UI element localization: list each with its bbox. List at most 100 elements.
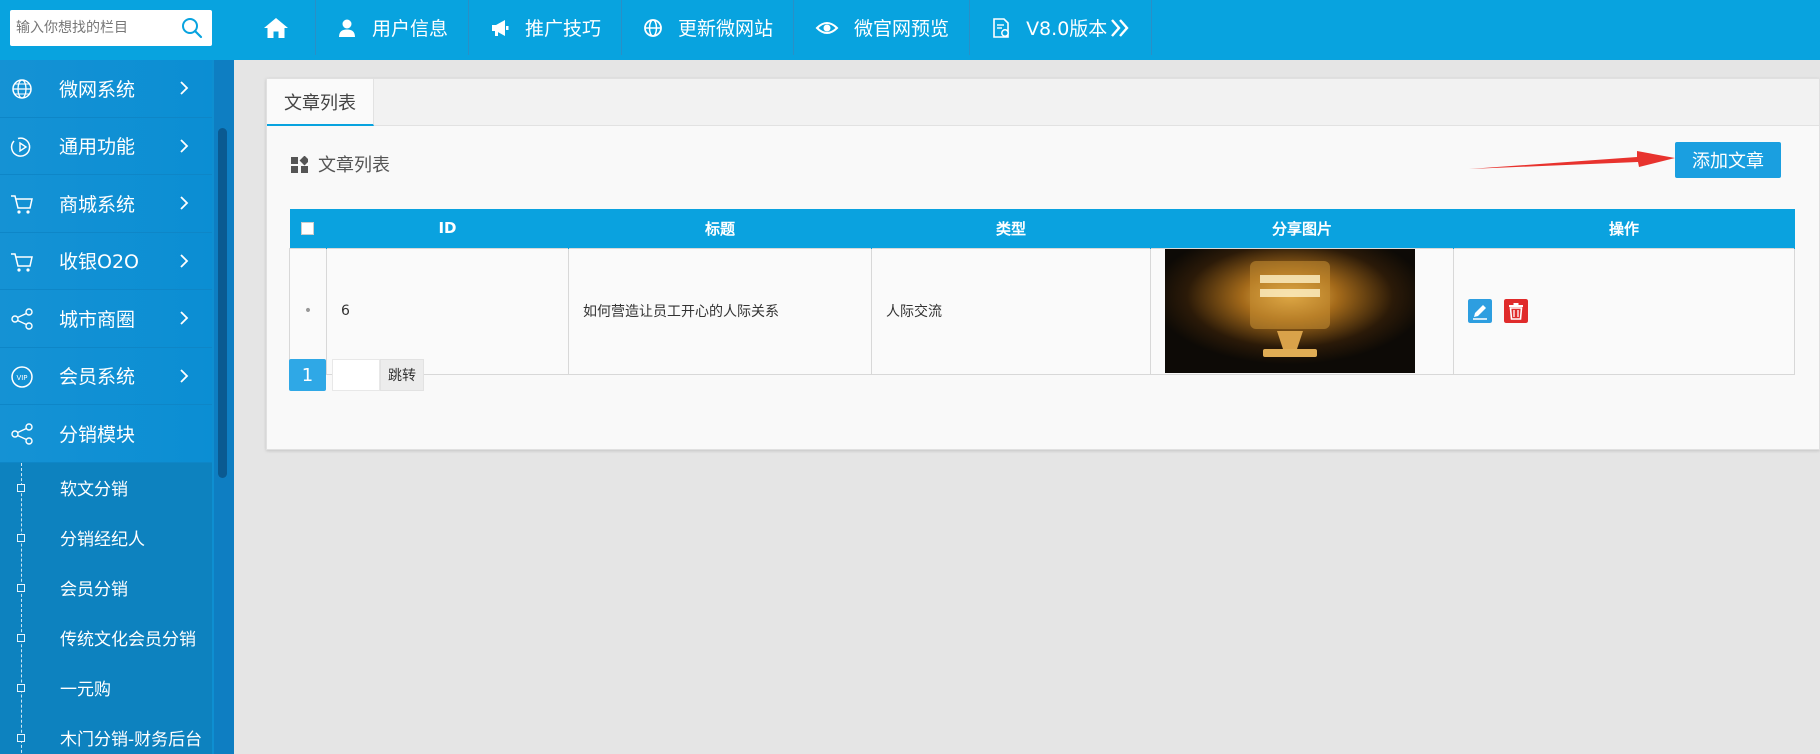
sidebar-scrollbar-thumb[interactable] xyxy=(218,128,227,478)
sidebar-item-label: 收银O2O xyxy=(59,251,139,274)
nav-label: 微官网预览 xyxy=(854,18,950,40)
submenu-bullet xyxy=(17,633,25,642)
page-jump-input[interactable] xyxy=(332,359,380,391)
header-type: 类型 xyxy=(871,209,1151,248)
select-all-checkbox[interactable] xyxy=(301,222,315,236)
submenu-item-broker[interactable]: 分销经纪人 xyxy=(0,513,212,563)
nav-home[interactable] xyxy=(237,0,316,55)
distribution-submenu: 软文分销 分销经纪人 会员分销 传统文化会员分销 一元购 木门分销-财务后台 xyxy=(0,462,212,754)
top-nav: 用户信息 推广技巧 更新微网站 微官网预览 V8.0版本 xyxy=(237,0,1153,55)
table-row: • 6 如何营造让员工开心的人际关系 人际交流 xyxy=(289,247,1795,375)
header-share-image: 分享图片 xyxy=(1150,209,1454,248)
cell-id: 6 xyxy=(326,247,569,375)
page-jump-button[interactable]: 跳转 xyxy=(380,359,424,391)
header-title: 标题 xyxy=(568,209,872,248)
article-table: ID 标题 类型 分享图片 操作 • 6 如何营造让员工开心的人际关系 人际交流 xyxy=(289,209,1795,375)
eye-icon xyxy=(815,21,839,34)
chevron-right-icon xyxy=(180,138,189,153)
lamp-poster-thumbnail xyxy=(1165,249,1415,373)
header-id: ID xyxy=(326,209,569,248)
submenu-item-label: 传统文化会员分销 xyxy=(60,630,196,650)
section-title: 文章列表 xyxy=(291,151,390,177)
section-title-label: 文章列表 xyxy=(318,155,390,176)
sidebar-item-common-functions[interactable]: 通用功能 xyxy=(0,117,212,175)
submenu-item-label: 一元购 xyxy=(60,680,111,700)
header-select-all xyxy=(289,209,327,248)
submenu-bullet xyxy=(17,733,25,742)
search-box xyxy=(10,10,212,46)
sidebar-item-label: 会员系统 xyxy=(59,366,136,389)
delete-icon[interactable] xyxy=(1504,299,1528,323)
sidebar-item-mall-system[interactable]: 商城系统 xyxy=(0,175,212,233)
submenu-item-one-yuan[interactable]: 一元购 xyxy=(0,663,212,713)
svg-text:VIP: VIP xyxy=(16,374,27,382)
pagination: 1 跳转 xyxy=(289,359,424,391)
settings-doc-icon xyxy=(993,17,1010,38)
submenu-bullet xyxy=(17,683,25,692)
sidebar-item-label: 分销模块 xyxy=(59,423,136,446)
sidebar-item-micro-site[interactable]: 微网系统 xyxy=(0,60,212,118)
table-header-row: ID 标题 类型 分享图片 操作 xyxy=(289,209,1795,248)
nav-label: V8.0版本 xyxy=(1026,18,1108,40)
cart-icon xyxy=(11,195,33,214)
vip-icon: VIP xyxy=(11,365,33,388)
sidebar-item-label: 商城系统 xyxy=(59,193,136,216)
cell-title: 如何营造让员工开心的人际关系 xyxy=(568,247,872,375)
submenu-bullet xyxy=(17,533,25,542)
chevron-right-icon xyxy=(180,196,189,210)
row-action-icons xyxy=(1468,299,1794,323)
share-icon xyxy=(11,308,33,330)
nav-site-preview[interactable]: 微官网预览 xyxy=(794,0,971,55)
page-number-current[interactable]: 1 xyxy=(289,359,326,391)
globe-icon xyxy=(12,79,32,99)
submenu-item-label: 软文分销 xyxy=(60,480,128,500)
submenu-item-wood-door-finance[interactable]: 木门分销-财务后台 xyxy=(0,713,212,754)
sidebar-item-label: 微网系统 xyxy=(59,78,136,101)
sidebar-item-member-system[interactable]: VIP 会员系统 xyxy=(0,347,212,405)
home-icon xyxy=(264,17,288,38)
nav-label: 更新微网站 xyxy=(678,18,774,40)
nav-user-info[interactable]: 用户信息 xyxy=(316,0,470,55)
chevron-right-icon xyxy=(180,311,189,325)
nav-update-site[interactable]: 更新微网站 xyxy=(622,0,795,55)
submenu-item-culture-member[interactable]: 传统文化会员分销 xyxy=(0,613,212,663)
sidebar: 微网系统 通用功能 商城系统 收银O2O 城市商圈 VIP 会员系统 分销模块 … xyxy=(0,60,234,754)
article-list-panel: 文章列表 文章列表 添加文章 ID 标题 类型 分享图片 操作 • 6 如何营造… xyxy=(266,78,1820,450)
cell-share-image xyxy=(1150,247,1454,375)
header-actions: 操作 xyxy=(1453,209,1795,248)
globe-icon xyxy=(644,18,662,37)
tab-article-list[interactable]: 文章列表 xyxy=(267,79,374,126)
nav-label: 用户信息 xyxy=(372,18,449,40)
user-icon xyxy=(339,19,355,37)
search-input[interactable] xyxy=(10,10,176,46)
submenu-item-member-distribution[interactable]: 会员分销 xyxy=(0,563,212,613)
play-icon xyxy=(10,136,31,157)
row-bullet[interactable]: • xyxy=(289,247,327,375)
chevron-right-icon xyxy=(180,81,189,95)
submenu-item-soft-article[interactable]: 软文分销 xyxy=(0,463,212,513)
chevron-right-icon xyxy=(180,253,189,268)
submenu-item-label: 分销经纪人 xyxy=(60,530,145,550)
edit-icon[interactable] xyxy=(1468,299,1492,323)
nav-promo-tips[interactable]: 推广技巧 xyxy=(469,0,623,55)
sidebar-item-cashier-o2o[interactable]: 收银O2O xyxy=(0,232,212,290)
chevron-right-icon xyxy=(180,368,189,383)
sidebar-item-label: 城市商圈 xyxy=(59,308,136,331)
submenu-item-label: 会员分销 xyxy=(60,580,128,600)
share-icon xyxy=(11,423,33,445)
add-article-button[interactable]: 添加文章 xyxy=(1675,142,1781,178)
top-bar: 用户信息 推广技巧 更新微网站 微官网预览 xyxy=(0,0,1820,60)
cell-actions xyxy=(1453,247,1795,375)
sidebar-item-label: 通用功能 xyxy=(59,136,136,159)
tab-strip: 文章列表 xyxy=(267,79,1819,126)
megaphone-icon xyxy=(492,19,509,36)
nav-version[interactable]: V8.0版本 xyxy=(970,0,1153,55)
double-chevron-right-icon[interactable] xyxy=(1109,17,1131,39)
search-icon[interactable] xyxy=(180,16,204,40)
sidebar-item-city-business[interactable]: 城市商圈 xyxy=(0,290,212,348)
submenu-bullet xyxy=(17,483,25,492)
nav-label: 推广技巧 xyxy=(525,18,602,40)
red-arrow-annotation xyxy=(1469,151,1675,169)
sidebar-item-distribution[interactable]: 分销模块 xyxy=(0,405,212,463)
cell-type: 人际交流 xyxy=(871,247,1151,375)
